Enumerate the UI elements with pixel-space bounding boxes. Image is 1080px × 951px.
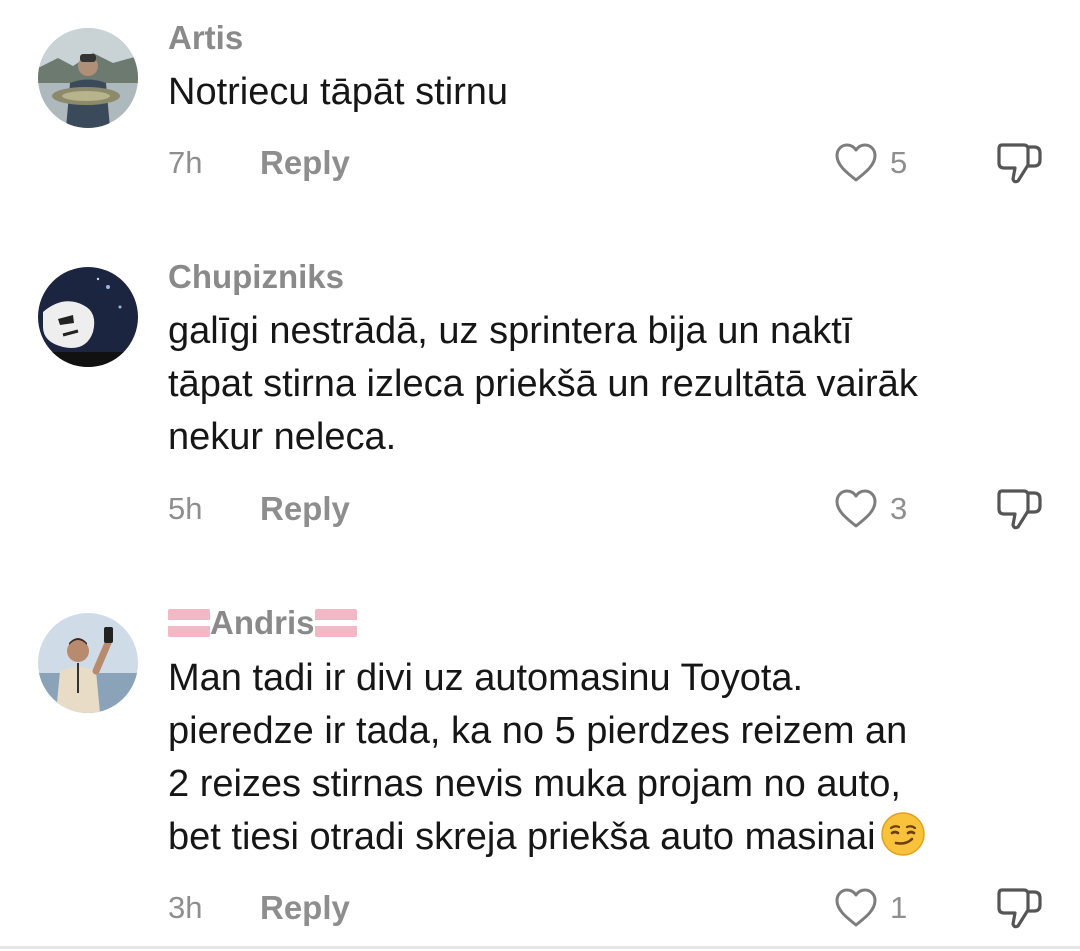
timestamp: 7h <box>168 145 203 180</box>
comment-text-line-last: bet tiesi otradi skreja priekša auto mas… <box>168 811 1048 864</box>
heart-outline-icon[interactable] <box>832 485 880 533</box>
thumbs-down-icon[interactable] <box>994 137 1046 189</box>
thumbs-down-icon[interactable] <box>994 483 1046 535</box>
comment-text-line: Notriecu tāpāt stirnu <box>168 71 509 113</box>
avatar[interactable] <box>38 28 138 128</box>
comment-text-line: Man tadi ir divi uz automasinu Toyota. <box>168 657 804 699</box>
like-count: 5 <box>890 145 908 180</box>
thumbs-down-icon[interactable] <box>994 882 1046 934</box>
reply-button[interactable]: Reply <box>260 143 350 183</box>
username-text: Andris <box>210 604 315 641</box>
latvia-flag-icon <box>168 609 210 637</box>
comment-text: Notriecu tāpāt stirnu <box>168 66 1048 119</box>
smirking-face-emoji-icon <box>880 811 926 857</box>
username[interactable]: Chupizniks <box>168 257 344 297</box>
username[interactable]: Andris <box>168 603 357 643</box>
divider <box>0 946 1080 949</box>
reply-button[interactable]: Reply <box>260 888 350 928</box>
comment-actions: 5h Reply 3 <box>168 489 1048 530</box>
heart-outline-icon[interactable] <box>832 884 880 932</box>
like-count: 1 <box>890 890 908 925</box>
latvia-flag-icon <box>314 609 357 637</box>
comment-text: galīgi nestrādā, uz sprintera bija un na… <box>168 305 1048 464</box>
reply-button[interactable]: Reply <box>260 489 350 529</box>
comment-text-line: tāpat stirna izleca priekšā un rezultātā… <box>168 363 918 405</box>
comment-text: Man tadi ir divi uz automasinu Toyota. p… <box>168 652 1048 864</box>
avatar[interactable] <box>38 613 138 713</box>
heart-outline-icon[interactable] <box>832 139 880 187</box>
comment-actions: 7h Reply 5 <box>168 143 1048 184</box>
timestamp: 3h <box>168 890 203 925</box>
comment-text-line: nekur neleca. <box>168 416 397 458</box>
like-count: 3 <box>890 491 908 526</box>
timestamp: 5h <box>168 491 203 526</box>
comment-text-line: galīgi nestrādā, uz sprintera bija un na… <box>168 310 853 352</box>
comment-actions: 3h Reply 1 <box>168 888 1048 929</box>
comment-text-line: pieredze ir tada, ka no 5 pierdzes reize… <box>168 710 908 752</box>
comment-text-line: 2 reizes stirnas nevis muka projam no au… <box>168 763 901 805</box>
avatar[interactable] <box>38 267 138 367</box>
comment-text-line: bet tiesi otradi skreja priekša auto mas… <box>168 816 876 858</box>
username[interactable]: Artis <box>168 18 243 58</box>
